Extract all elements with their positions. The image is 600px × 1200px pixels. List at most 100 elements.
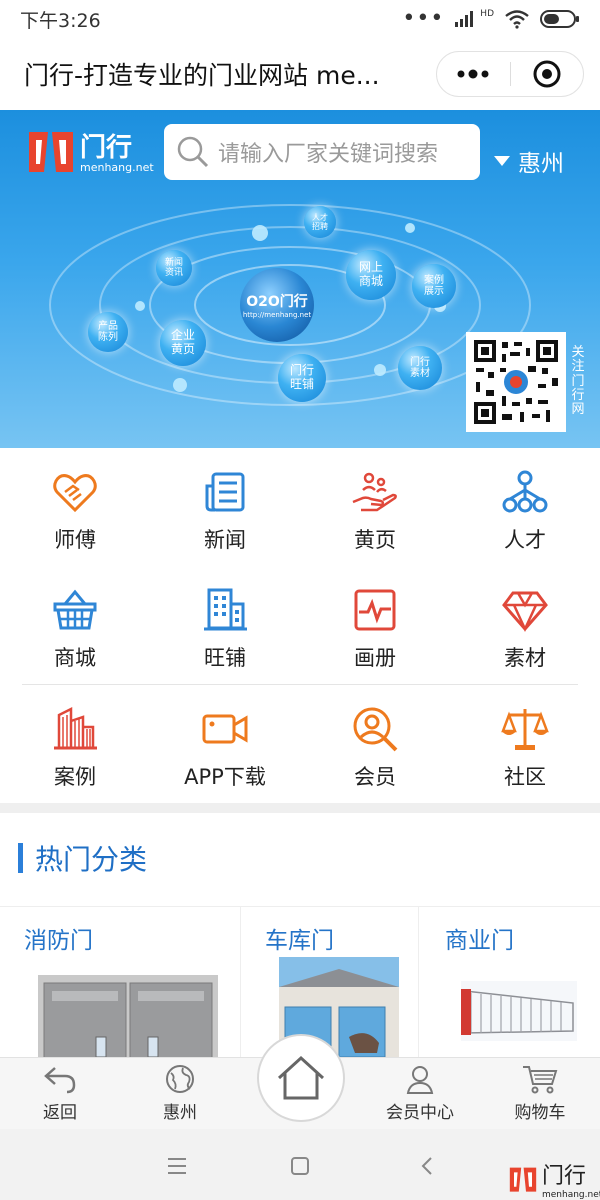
caret-down-icon: [494, 156, 510, 166]
grid-item-yellowpages[interactable]: 黄页: [300, 448, 450, 566]
qr-code-image: [472, 338, 560, 426]
nav-member-center[interactable]: 会员中心: [370, 1064, 470, 1123]
bubble-talent[interactable]: 人才 招聘: [304, 206, 336, 238]
grid-item-material[interactable]: 素材: [450, 566, 600, 684]
grid-item-member[interactable]: 会员: [300, 685, 450, 803]
hd-label: HD: [480, 9, 494, 19]
grid-label: 旺铺: [204, 646, 246, 670]
mini-program-titlebar: 门行-打造专业的门业网站 me...: [0, 38, 600, 110]
wifi-icon: [505, 10, 529, 29]
city-selector[interactable]: 惠州: [494, 144, 564, 178]
back-system-button[interactable]: [412, 1151, 442, 1181]
battery-icon: [540, 10, 579, 28]
nav-city[interactable]: 惠州: [130, 1064, 230, 1123]
capsule-menu: [436, 51, 584, 97]
more-notifications-icon: •••: [402, 6, 445, 31]
logo-cn: 门行: [80, 133, 133, 163]
site-logo[interactable]: 门行 menhang.net: [26, 128, 154, 174]
grid-item-shops[interactable]: 旺铺: [150, 566, 300, 684]
category-card-garage-door[interactable]: 车库门: [241, 907, 419, 1067]
nav-cart[interactable]: 购物车: [490, 1064, 590, 1123]
grid-item-cases[interactable]: 案例: [0, 685, 150, 803]
grid-label: 会员: [354, 765, 396, 789]
grid-item-app-download[interactable]: APP下载: [150, 685, 300, 803]
grid-item-talent[interactable]: 人才: [450, 448, 600, 566]
qr-follow-text: 关注门行网: [571, 345, 585, 418]
globe-icon: [166, 1065, 194, 1093]
menu-lines-icon: [168, 1158, 186, 1174]
square-icon: [291, 1157, 309, 1175]
status-time: 下午3:26: [20, 9, 101, 32]
feature-grid: 师傅 新闻 黄页 人才 商城 旺铺 画册 素材 案例 APP下载 会员 社区: [0, 448, 600, 803]
nav-label: 惠州: [163, 1103, 197, 1123]
category-name: 消防门: [24, 928, 93, 954]
globe-url: http://menhang.net: [242, 311, 312, 319]
watermark-text: 门行 menhang.net: [542, 1158, 600, 1200]
target-close-icon: [533, 60, 561, 88]
menu-system-button[interactable]: [162, 1151, 192, 1181]
bubble-cases[interactable]: 案例 展示: [412, 264, 456, 308]
search-placeholder: 请输入厂家关键词搜索: [218, 142, 439, 167]
home-system-button[interactable]: [285, 1151, 315, 1181]
watermark-en: menhang.net: [542, 1190, 600, 1200]
bubble-material[interactable]: 门行 素材: [398, 346, 442, 390]
hero-banner[interactable]: 门行 menhang.net 请输入厂家关键词搜索 惠州 人才 招聘 新闻 资讯…: [0, 110, 600, 448]
grid-row-2: 商城 旺铺 画册 素材: [0, 566, 600, 684]
grid-item-community[interactable]: 社区: [450, 685, 600, 803]
status-icons: ••• HD: [402, 8, 580, 30]
status-bar: 下午3:26 ••• HD: [0, 0, 600, 38]
grid-label: 新闻: [204, 528, 246, 552]
grid-label: 人才: [504, 528, 546, 552]
nav-label: 会员中心: [386, 1103, 454, 1123]
watermark-logo-icon: [509, 1167, 537, 1192]
org-chart-icon: [502, 470, 548, 513]
category-card-commercial-door[interactable]: 商业门: [419, 907, 600, 1067]
cart-icon: [523, 1066, 558, 1094]
basket-icon: [53, 589, 97, 630]
qr-code[interactable]: [466, 332, 566, 432]
more-button[interactable]: [437, 52, 510, 96]
logo-text: 门行 menhang.net: [80, 135, 154, 174]
grid-row-1: 师傅 新闻 黄页 人才: [0, 448, 600, 566]
signal-icon: [455, 11, 474, 27]
close-miniprogram-button[interactable]: [511, 52, 584, 96]
user-icon: [406, 1066, 434, 1094]
building-icon: [204, 588, 247, 631]
grid-label: 社区: [504, 765, 546, 789]
back-arrow-icon: [44, 1067, 76, 1094]
bubble-products[interactable]: 产品 陈列: [88, 312, 128, 352]
app-screen: 下午3:26 ••• HD 门行-打造专业的门业网站 me... 门行 menh…: [0, 0, 600, 1200]
bubble-yellowpages[interactable]: 企业 黄页: [160, 320, 206, 366]
logo-en: menhang.net: [80, 161, 154, 174]
grid-item-news[interactable]: 新闻: [150, 448, 300, 566]
search-input[interactable]: 请输入厂家关键词搜索: [164, 124, 480, 180]
grid-item-album[interactable]: 画册: [300, 566, 450, 684]
city-icon: [54, 706, 97, 750]
bubble-news[interactable]: 新闻 资讯: [156, 250, 192, 286]
news-icon: [205, 472, 245, 512]
grid-row-3: 案例 APP下载 会员 社区: [0, 685, 600, 803]
grid-label: 素材: [504, 646, 546, 670]
globe-label: O2O门行: [246, 294, 308, 310]
scales-icon: [501, 709, 549, 750]
category-card-fire-door[interactable]: 消防门: [0, 907, 241, 1067]
city-name: 惠州: [518, 151, 564, 177]
hand-people-icon: [352, 472, 397, 512]
watermark-cn: 门行: [542, 1164, 587, 1189]
bubble-shops[interactable]: 门行 旺铺: [278, 354, 326, 402]
grid-item-shifu[interactable]: 师傅: [0, 448, 150, 566]
page-title: 门行-打造专业的门业网站 me...: [24, 61, 380, 90]
grid-label: 画册: [354, 646, 396, 670]
nav-label: 返回: [43, 1103, 77, 1123]
grid-label: 案例: [54, 765, 96, 789]
search-icon: [177, 136, 209, 168]
chevron-left-icon: [421, 1157, 432, 1175]
section-divider: [0, 803, 600, 813]
grid-item-mall[interactable]: 商城: [0, 566, 150, 684]
bubble-mall[interactable]: 网上 商城: [346, 250, 396, 300]
watermark: 门行 menhang.net: [508, 1158, 600, 1200]
video-icon: [202, 714, 248, 744]
hot-categories-header: 热门分类: [18, 838, 147, 878]
nav-back[interactable]: 返回: [10, 1064, 110, 1123]
home-button[interactable]: [257, 1034, 345, 1122]
